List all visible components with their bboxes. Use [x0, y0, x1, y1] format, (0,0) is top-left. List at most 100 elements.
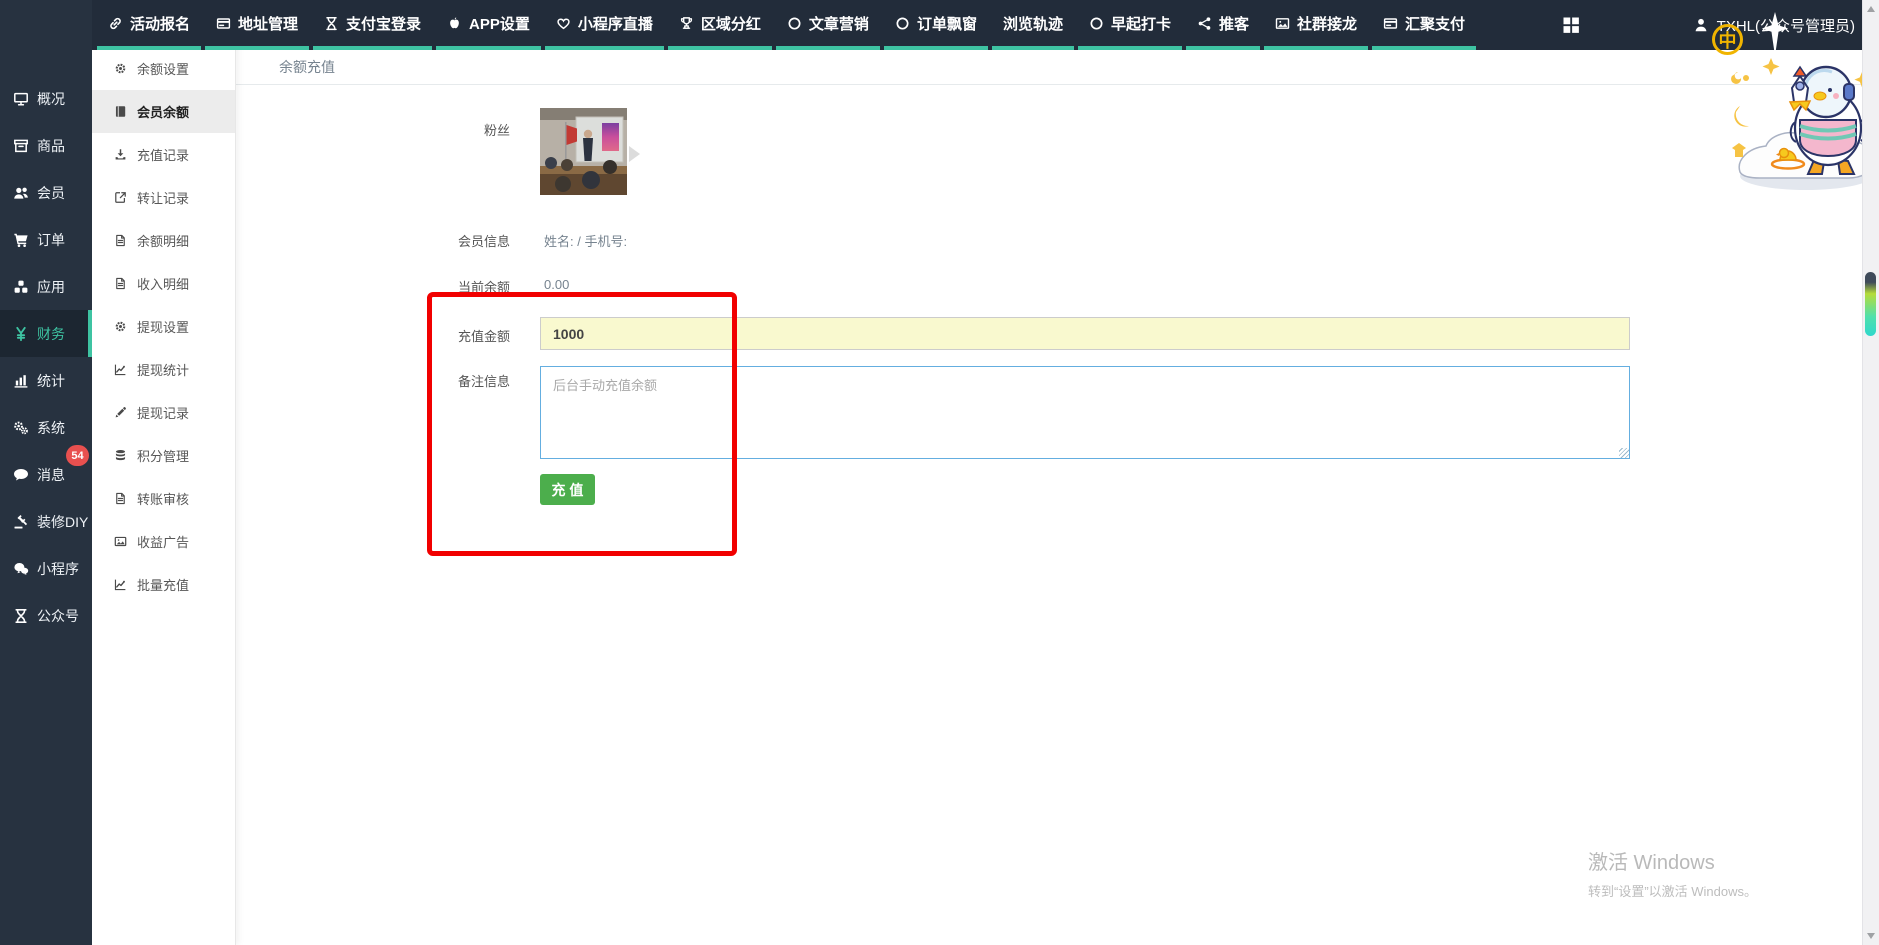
- fan-avatar[interactable]: [540, 108, 627, 195]
- submenu-item[interactable]: 余额明细: [92, 219, 235, 262]
- circle-icon: [895, 16, 910, 31]
- submenu-item[interactable]: 提现记录: [92, 391, 235, 434]
- topnav-item[interactable]: 订单飘窗: [884, 0, 988, 50]
- fan-label: 粉丝: [236, 120, 510, 139]
- user-name: TXHL(公众号管理员): [1717, 15, 1855, 36]
- current-balance-label: 当前余额: [236, 277, 510, 296]
- wechat-icon: [13, 561, 29, 577]
- sidebar-item[interactable]: 应用: [0, 263, 92, 310]
- sidebar-item-label: 会员: [37, 183, 65, 203]
- trophy-icon: [679, 16, 694, 31]
- submenu-item[interactable]: 收入明细: [92, 262, 235, 305]
- textarea-resize-handle[interactable]: [1619, 448, 1629, 458]
- topnav-item[interactable]: 地址管理: [205, 0, 309, 50]
- cart-icon: [13, 232, 29, 248]
- topnav-items: 活动报名 地址管理 支付宝登录 APP设置 小程序直播 区域分红 文章营销订单飘窗浏览轨迹 早…: [95, 0, 1478, 50]
- submenu-item[interactable]: 充值记录: [92, 133, 235, 176]
- topnav-item[interactable]: 文章营销: [776, 0, 880, 50]
- submenu-item-label: 会员余额: [137, 102, 189, 121]
- grid-icon[interactable]: [1561, 15, 1581, 35]
- sidebar-item-label: 公众号: [37, 606, 79, 626]
- submenu-item[interactable]: 会员余额: [92, 90, 235, 133]
- submenu-item-label: 余额明细: [137, 231, 189, 250]
- archive-icon: [13, 138, 29, 154]
- sidebar-item[interactable]: 财务: [0, 310, 92, 357]
- link-icon: [108, 16, 123, 31]
- topnav-item[interactable]: 汇聚支付: [1372, 0, 1476, 50]
- topnav-item-label: 社群接龙: [1297, 13, 1357, 34]
- submenu-item[interactable]: 提现设置: [92, 305, 235, 348]
- sidebar-item[interactable]: 装修DIY: [0, 498, 92, 545]
- windows-activation-watermark: 激活 Windows 转到“设置”以激活 Windows。: [1588, 846, 1757, 900]
- topnav-item-label: 早起打卡: [1111, 13, 1171, 34]
- submenu-item[interactable]: 收益广告: [92, 520, 235, 563]
- current-balance-value: 0.00: [544, 277, 569, 292]
- topnav-item[interactable]: 小程序直播: [545, 0, 664, 50]
- circle-icon: [1089, 16, 1104, 31]
- topnav-item[interactable]: APP设置: [436, 0, 541, 50]
- sidebar-item-label: 订单: [37, 230, 65, 250]
- finance-submenu: 余额设置会员余额充值记录转让记录余额明细收入明细提现设置提现统计提现记录积分管理…: [92, 0, 236, 945]
- submenu-item-label: 提现统计: [137, 360, 189, 379]
- apple-icon: [447, 16, 462, 31]
- submenu-item[interactable]: 积分管理: [92, 434, 235, 477]
- submenu-item-label: 积分管理: [137, 446, 189, 465]
- sidebar-item[interactable]: 概况: [0, 75, 92, 122]
- sidebar-item-label: 消息: [37, 465, 65, 485]
- submenu-item[interactable]: 批量充值: [92, 563, 235, 606]
- comment-icon: [13, 467, 29, 483]
- sidebar-item[interactable]: 订单: [0, 216, 92, 263]
- submenu-item[interactable]: 转让记录: [92, 176, 235, 219]
- sidebar-item[interactable]: 公众号: [0, 592, 92, 639]
- submenu-item-label: 提现设置: [137, 317, 189, 336]
- top-navbar: 活动报名 地址管理 支付宝登录 APP设置 小程序直播 区域分红 文章营销订单飘窗浏览轨迹 早…: [0, 0, 1879, 50]
- topnav-item[interactable]: 活动报名: [97, 0, 201, 50]
- vertical-scrollbar[interactable]: [1862, 0, 1879, 945]
- submenu-item[interactable]: 提现统计: [92, 348, 235, 391]
- hourglass-icon: [13, 608, 29, 624]
- topnav-item-label: 支付宝登录: [346, 13, 421, 34]
- image-icon: [114, 535, 127, 548]
- share-icon: [1197, 16, 1212, 31]
- topnav-item-label: 地址管理: [238, 13, 298, 34]
- topnav-item[interactable]: 区域分红: [668, 0, 772, 50]
- heart-icon: [556, 16, 571, 31]
- user-icon: [1693, 17, 1709, 33]
- gavel-icon: [13, 514, 29, 530]
- submenu-item-label: 收入明细: [137, 274, 189, 293]
- recharge-amount-input[interactable]: [540, 317, 1630, 350]
- image-icon: [1275, 16, 1290, 31]
- topnav-item[interactable]: 浏览轨迹: [992, 0, 1074, 50]
- submenu-item-label: 转让记录: [137, 188, 189, 207]
- scrollbar-thumb[interactable]: [1865, 272, 1876, 336]
- sidebar-item[interactable]: 商品: [0, 122, 92, 169]
- submenu-item[interactable]: 转账审核: [92, 477, 235, 520]
- download-icon: [114, 148, 127, 161]
- desktop-icon: [13, 91, 29, 107]
- file-icon: [114, 277, 127, 290]
- sidebar-item[interactable]: 统计: [0, 357, 92, 404]
- submenu-item[interactable]: 余额设置: [92, 47, 235, 90]
- file-icon: [114, 492, 127, 505]
- scroll-up-arrow-icon[interactable]: [1867, 6, 1875, 12]
- submenu-item-label: 收益广告: [137, 532, 189, 551]
- topnav-item-label: 文章营销: [809, 13, 869, 34]
- sidebar-item[interactable]: 系统: [0, 404, 92, 451]
- recharge-submit-button[interactable]: 充 值: [540, 474, 595, 505]
- topnav-item[interactable]: 早起打卡: [1078, 0, 1182, 50]
- note-textarea[interactable]: [540, 366, 1630, 459]
- external-icon: [114, 191, 127, 204]
- scroll-down-arrow-icon[interactable]: [1867, 933, 1875, 939]
- sidebar-item[interactable]: 会员: [0, 169, 92, 216]
- topnav-item[interactable]: 社群接龙: [1264, 0, 1368, 50]
- user-menu[interactable]: TXHL(公众号管理员): [1693, 15, 1855, 36]
- sidebar-item[interactable]: 小程序: [0, 545, 92, 592]
- sidebar-item[interactable]: 消息54: [0, 451, 92, 498]
- sidebar-item-label: 小程序: [37, 559, 79, 579]
- topnav-item[interactable]: 推客: [1186, 0, 1260, 50]
- topnav-item[interactable]: 支付宝登录: [313, 0, 432, 50]
- topnav-item-label: 区域分红: [701, 13, 761, 34]
- chart-line-icon: [114, 363, 127, 376]
- database-icon: [114, 449, 127, 462]
- topnav-item-label: 小程序直播: [578, 13, 653, 34]
